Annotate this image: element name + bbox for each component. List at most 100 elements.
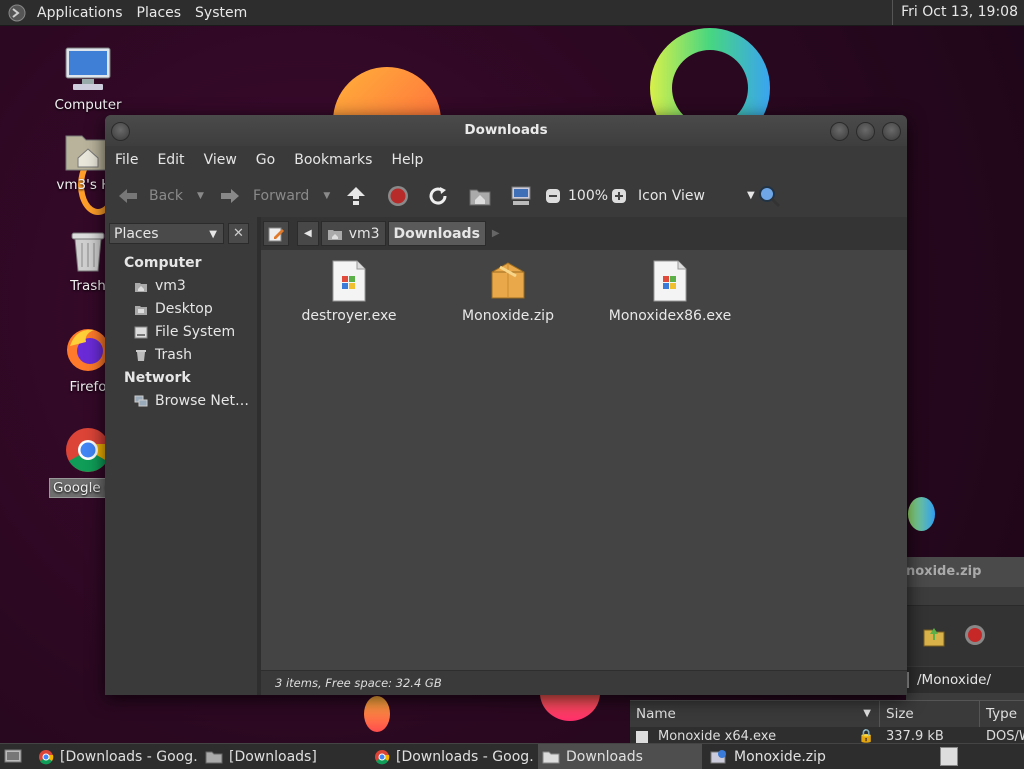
zoom-in-button[interactable]: [611, 174, 627, 217]
taskbar-item[interactable]: [Downloads]: [205, 744, 365, 769]
file-manager-window[interactable]: Downloads File Edit View Go Bookmarks He…: [105, 115, 907, 695]
file-item[interactable]: Monoxidex86.exe: [595, 260, 745, 324]
back-dropdown-icon[interactable]: ▼: [197, 191, 204, 201]
row-size: 337.9 kB: [886, 729, 944, 743]
file-view[interactable]: destroyer.exe Monoxide.zip Monoxidex86.e…: [261, 250, 907, 670]
view-mode-select[interactable]: Icon View ▼: [638, 174, 755, 217]
desktop-icon-computer[interactable]: Computer: [40, 46, 136, 114]
applications-menu[interactable]: Applications: [30, 5, 130, 21]
reload-icon: [429, 186, 447, 205]
top-panel: Applications Places System Fri Oct 13, 1…: [0, 0, 1024, 26]
sidebar-item-browse-network[interactable]: Browse Net…: [134, 393, 249, 409]
archive-window-title: noxide.zip: [906, 557, 1024, 587]
zoom-in-icon: [612, 188, 626, 203]
computer-button[interactable]: [510, 174, 532, 217]
file-item[interactable]: Monoxide.zip: [433, 260, 583, 324]
file-item[interactable]: destroyer.exe: [274, 260, 424, 324]
stop-icon[interactable]: [964, 624, 986, 646]
menu-help[interactable]: Help: [381, 152, 432, 168]
breadcrumb-vm3[interactable]: vm3: [320, 221, 386, 246]
desktop-icon-label: Firefo: [69, 379, 107, 395]
back-button[interactable]: Back ▼: [117, 174, 204, 217]
search-button[interactable]: [757, 174, 781, 217]
archive-path: /Monoxide/: [906, 667, 1024, 693]
menu-view[interactable]: View: [194, 152, 246, 168]
stop-button[interactable]: [387, 174, 409, 217]
network-icon: [134, 395, 148, 406]
menu-edit[interactable]: Edit: [147, 152, 193, 168]
breadcrumb-right-arrow[interactable]: ▶: [492, 228, 500, 239]
search-icon: [759, 185, 781, 207]
row-name: Monoxide x64.exe: [630, 727, 852, 743]
taskbar-item-label: Downloads: [566, 748, 643, 765]
sidebar-item-label: vm3: [155, 278, 186, 294]
reload-button[interactable]: [427, 174, 449, 217]
sidebar-item-file-system[interactable]: File System: [134, 324, 235, 340]
places-menu[interactable]: Places: [130, 5, 189, 21]
forward-arrow-icon: [221, 188, 239, 203]
show-desktop-icon[interactable]: [4, 748, 22, 764]
forward-dropdown-icon[interactable]: ▼: [323, 191, 330, 201]
sidebar-item-label: Desktop: [155, 301, 213, 317]
menu-bar: File Edit View Go Bookmarks Help: [105, 146, 907, 174]
window-titlebar[interactable]: Downloads: [105, 115, 907, 146]
sidebar-heading-network: Network: [124, 370, 191, 386]
toggle-location-button[interactable]: [263, 221, 289, 246]
trash-icon: [136, 349, 146, 361]
workspace-switcher[interactable]: [940, 747, 958, 766]
taskbar-item[interactable]: Monoxide.zip: [710, 744, 870, 769]
chevron-down-icon: ▼: [746, 190, 755, 201]
sidebar-item-desktop[interactable]: Desktop: [134, 301, 213, 317]
system-menu[interactable]: System: [188, 5, 254, 21]
taskbar-item[interactable]: [Downloads - Goog…: [38, 744, 198, 769]
view-mode-label: Icon View: [638, 187, 705, 204]
column-type[interactable]: Type: [980, 701, 1024, 727]
column-size[interactable]: Size: [880, 701, 980, 727]
clock[interactable]: Fri Oct 13, 19:08: [892, 0, 1018, 25]
file-name: Monoxide.zip: [462, 308, 554, 324]
executable-icon: [653, 260, 687, 302]
breadcrumb-left-arrow[interactable]: ◀: [297, 221, 319, 246]
home-icon: [327, 229, 342, 240]
menu-bookmarks[interactable]: Bookmarks: [284, 152, 381, 168]
desktop-icon: [135, 305, 147, 315]
breadcrumb-downloads[interactable]: Downloads: [387, 221, 486, 246]
archive-list-header: Name ▼ Size Type: [630, 700, 1024, 727]
distro-logo-icon[interactable]: [8, 4, 26, 22]
taskbar-item-active[interactable]: Downloads: [538, 744, 702, 769]
sidebar-close-button[interactable]: ✕: [228, 223, 249, 244]
sidebar-item-label: Trash: [155, 347, 192, 363]
drive-icon: [134, 326, 148, 338]
breadcrumb-label: vm3: [348, 225, 380, 242]
home-folder-icon: [469, 189, 491, 205]
menu-go[interactable]: Go: [246, 152, 284, 168]
archive-list-row[interactable]: Monoxide x64.exe 🔒 337.9 kB DOS/W: [630, 727, 1024, 743]
close-button[interactable]: [882, 122, 901, 141]
minimize-button[interactable]: [830, 122, 849, 141]
home-icon: [135, 282, 147, 292]
sidebar-selector-label: Places: [114, 226, 159, 242]
trash-icon: [71, 232, 105, 272]
zoom-out-button[interactable]: [545, 174, 561, 217]
sidebar-item-vm3[interactable]: vm3: [134, 278, 186, 294]
sidebar-item-label: Browse Net…: [155, 393, 250, 409]
menu-file[interactable]: File: [105, 152, 147, 168]
zoom-out-icon: [546, 188, 560, 203]
sidebar-selector[interactable]: Places ▼: [109, 223, 224, 244]
forward-button[interactable]: Forward ▼: [219, 174, 330, 217]
column-name[interactable]: Name ▼: [630, 701, 880, 727]
chrome-icon: [39, 749, 54, 764]
wallpaper-shape: [364, 696, 390, 732]
maximize-button[interactable]: [856, 122, 875, 141]
sidebar-item-label: File System: [155, 324, 236, 340]
up-button[interactable]: [345, 174, 367, 217]
archive-path-text: /Monoxide/: [917, 672, 992, 688]
sidebar-item-trash[interactable]: Trash: [134, 347, 192, 363]
taskbar-item[interactable]: [Downloads - Goog…: [374, 744, 534, 769]
extract-icon[interactable]: [922, 624, 946, 648]
zoom-level[interactable]: 100%: [568, 174, 608, 217]
row-name-text: Monoxide x64.exe: [658, 729, 777, 743]
home-button[interactable]: [469, 174, 491, 217]
breadcrumb-label: Downloads: [393, 225, 480, 242]
computer-icon: [511, 186, 531, 205]
